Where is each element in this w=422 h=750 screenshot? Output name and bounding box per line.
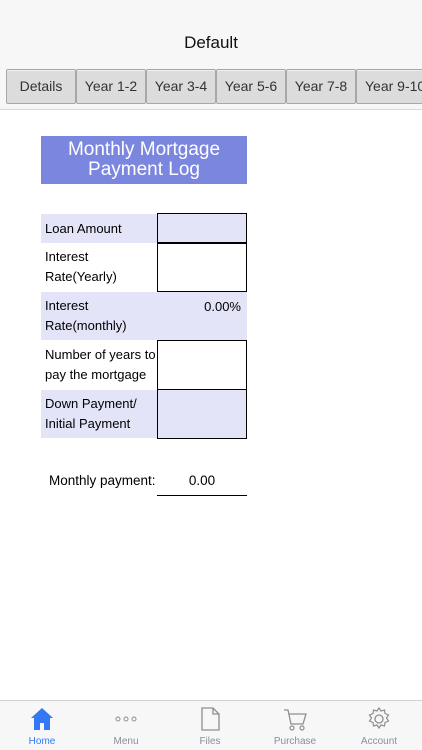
gear-icon bbox=[367, 706, 391, 732]
tab-year-1-2[interactable]: Year 1-2 bbox=[76, 69, 146, 104]
monthly-payment-value: 0.00 bbox=[188, 473, 216, 488]
loan-amount-input[interactable] bbox=[157, 213, 247, 243]
form-title-line-1: Monthly Mortgage bbox=[67, 139, 221, 160]
tabbar-label-menu: Menu bbox=[113, 736, 139, 747]
tab-year-5-6[interactable]: Year 5-6 bbox=[216, 69, 286, 104]
file-icon bbox=[198, 706, 222, 732]
page-title: Default bbox=[184, 33, 238, 52]
tab-year-7-8[interactable]: Year 7-8 bbox=[286, 69, 356, 104]
tabbar-item-menu[interactable]: Menu bbox=[84, 701, 168, 750]
bottom-tab-bar: Home Menu Files Purchase Account bbox=[0, 700, 422, 750]
down-payment-label-line-1: Down Payment/ bbox=[45, 396, 137, 411]
tabbar-item-home[interactable]: Home bbox=[0, 701, 84, 750]
down-payment-input[interactable] bbox=[157, 389, 247, 439]
cart-icon bbox=[283, 706, 307, 732]
more-icon bbox=[114, 706, 138, 732]
years-to-pay-label: Number of years to pay the mortgage bbox=[41, 345, 157, 389]
tabbar-item-files[interactable]: Files bbox=[168, 701, 252, 750]
interest-rate-monthly-label: Interest Rate(monthly) bbox=[41, 296, 157, 340]
loan-amount-label: Loan Amount bbox=[41, 214, 157, 243]
interest-rate-yearly-label: Interest Rate(Yearly) bbox=[41, 247, 157, 291]
down-payment-label-line-2: Initial Payment bbox=[45, 416, 131, 431]
years-to-pay-input[interactable] bbox=[157, 340, 247, 390]
down-payment-label: Down Payment/ Initial Payment bbox=[41, 394, 157, 438]
tabbar-label-purchase: Purchase bbox=[273, 736, 317, 747]
interest-rate-yearly-input[interactable] bbox=[157, 243, 247, 292]
tabbar-label-account: Account bbox=[360, 736, 398, 747]
year-tab-strip[interactable]: Details Year 1-2 Year 3-4 Year 5-6 Year … bbox=[0, 64, 422, 110]
interest-yearly-label-line-1: Interest bbox=[45, 249, 89, 264]
monthly-payment-underline bbox=[157, 495, 247, 496]
interest-yearly-label-line-2: Rate(Yearly) bbox=[45, 269, 117, 284]
tab-year-9-10[interactable]: Year 9-10 bbox=[356, 69, 422, 104]
years-label-line-2: pay the mortgage bbox=[45, 367, 147, 382]
navigation-bar: Default bbox=[0, 0, 422, 64]
tab-details[interactable]: Details bbox=[6, 69, 76, 104]
interest-monthly-label-line-1: Interest bbox=[45, 298, 89, 313]
tabbar-item-account[interactable]: Account bbox=[337, 701, 421, 750]
tabbar-label-files: Files bbox=[199, 736, 221, 747]
home-icon bbox=[30, 706, 54, 732]
tabbar-item-purchase[interactable]: Purchase bbox=[253, 701, 337, 750]
tabbar-label-home: Home bbox=[28, 736, 56, 747]
form-title-line-2: Payment Log bbox=[88, 159, 200, 180]
interest-rate-monthly-value: 0.00% bbox=[204, 299, 241, 314]
years-label-line-1: Number of years to bbox=[45, 347, 156, 362]
monthly-payment-label: Monthly payment: bbox=[49, 473, 156, 488]
form-title: Monthly Mortgage Payment Log bbox=[41, 136, 247, 184]
interest-monthly-label-line-2: Rate(monthly) bbox=[45, 318, 127, 333]
tab-year-3-4[interactable]: Year 3-4 bbox=[146, 69, 216, 104]
